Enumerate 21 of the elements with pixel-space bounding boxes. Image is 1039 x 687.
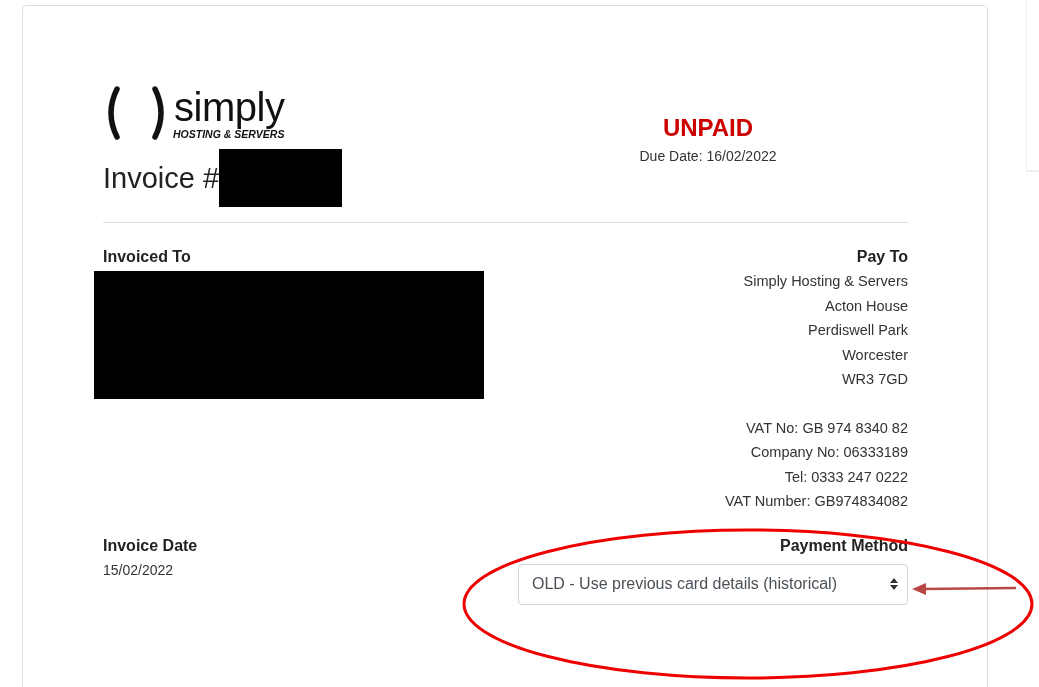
address-line: WR3 7GD xyxy=(841,370,908,389)
logo-name: simply xyxy=(174,86,285,128)
company-detail: VAT Number: GB974834082 xyxy=(725,492,908,511)
company-detail: Company No: 06333189 xyxy=(750,443,908,462)
invoice-title: Invoice # xyxy=(103,162,220,196)
due-date: Due Date: 16/02/2022 xyxy=(639,148,777,164)
invoice-date-heading: Invoice Date xyxy=(103,535,198,556)
logo-tagline: HOSTING & SERVERS xyxy=(173,128,285,140)
address-line: Worcester xyxy=(842,345,908,365)
status-label: UNPAID xyxy=(662,114,754,142)
address-line: Acton House xyxy=(824,296,908,316)
invoice-date: 15/02/2022 xyxy=(103,560,174,580)
payment-method-heading: Payment Method xyxy=(780,535,908,556)
pay-to-heading: Pay To xyxy=(856,247,908,267)
payment-method-select[interactable]: OLD - Use previous card details (historical) xyxy=(518,563,908,605)
company-detail: Tel: 0333 247 0222 xyxy=(784,467,908,487)
address-line: Simply Hosting & Servers xyxy=(743,272,908,291)
sort-icon xyxy=(890,578,898,590)
company-detail: VAT No: GB 974 8340 82 xyxy=(745,418,908,438)
address-line: Perdiswell Park xyxy=(808,321,908,340)
invoiced-to-heading: Invoiced To xyxy=(103,247,191,267)
